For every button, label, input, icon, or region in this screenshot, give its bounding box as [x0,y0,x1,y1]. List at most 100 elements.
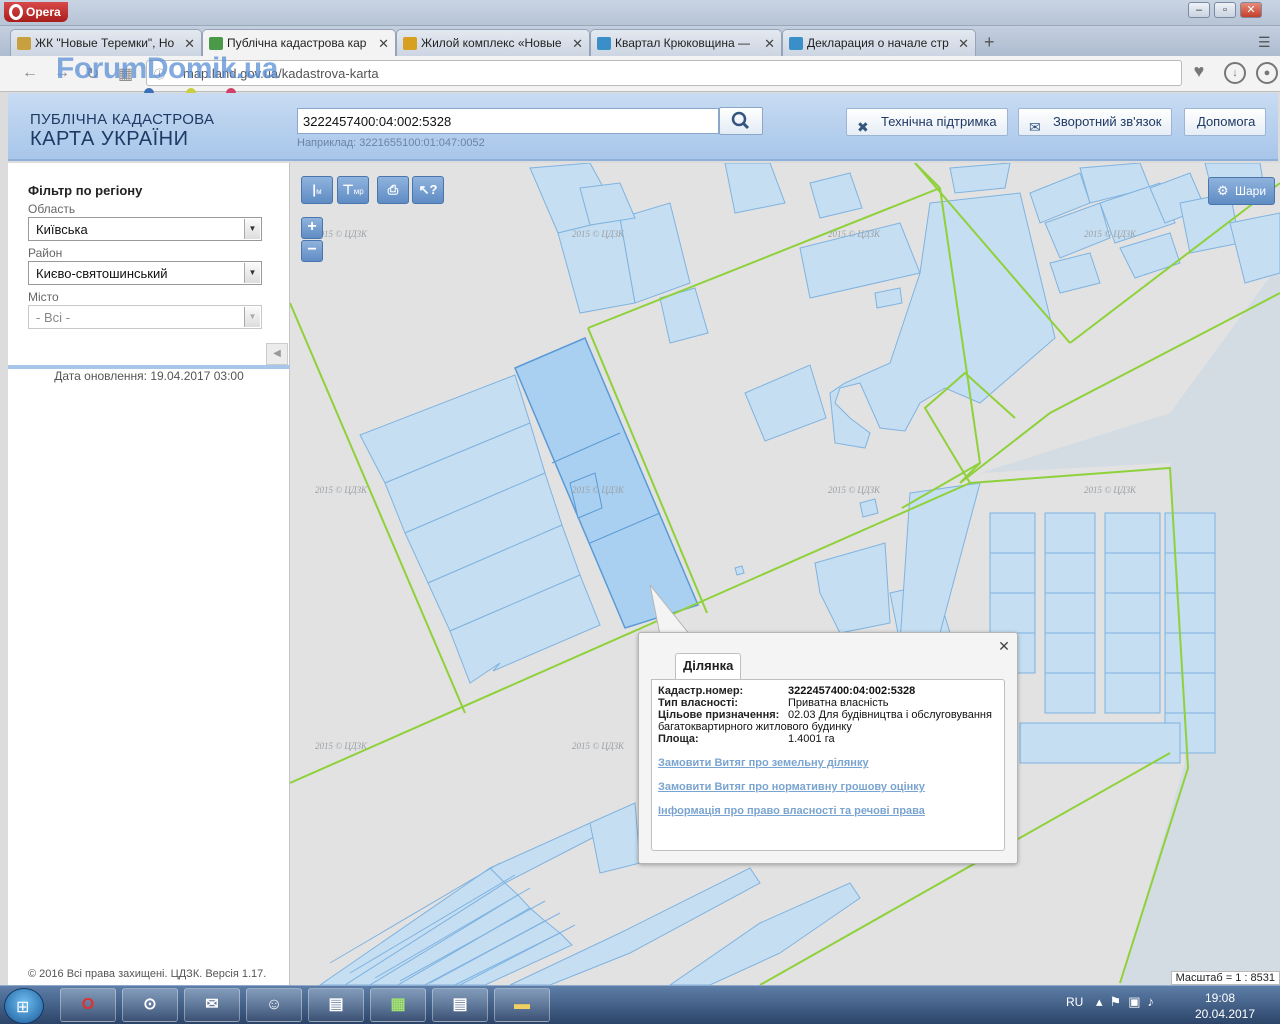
taskbar-opera[interactable]: O [60,988,116,1022]
cadastral-number-key: Кадастр.номер: [658,685,744,697]
map-watermark: 2015 © ЦДЗК [572,741,624,751]
url-input[interactable]: map.land.gov.ua/kadastrova-karta [146,60,1182,86]
writer-icon: ▤ [452,996,468,1013]
help-label: Допомога [1197,114,1256,129]
logo-line-2: КАРТА УКРАЇНИ [30,128,189,150]
logo-line-1: ПУБЛІЧНА КАДАСТРОВА [30,111,215,128]
cadastral-number-value: 3222457400:04:002:5328 [788,685,916,697]
maximize-button[interactable]: ▫ [1214,2,1236,18]
tab-zhiloy-kompleks[interactable]: Жилой комплекс «Новые ✕ [396,29,590,56]
layers-button[interactable]: ⚙ Шари [1208,177,1275,205]
print-button[interactable]: ⎙ [377,176,409,204]
mail-icon: ✉ [205,996,219,1013]
tab-label: Жилой комплекс «Новые [421,36,562,50]
printer-icon: ⎙ [387,182,399,197]
taskbar-explorer[interactable]: ▬ [494,988,550,1022]
dropdown-arrow-icon[interactable]: ▼ [244,307,260,327]
tab-label: Декларация о начале стр [807,36,949,50]
region-filter-sidebar: Фільтр по регіону Область Київська ▼ Рай… [8,163,290,985]
map-favicon-icon [209,37,223,50]
close-tab-icon[interactable]: ✕ [958,36,969,52]
clock-time[interactable]: 19:08 [1190,991,1250,1005]
taskbar-app-5[interactable]: ▤ [308,988,364,1022]
dropdown-arrow-icon[interactable]: ▼ [244,263,260,283]
gear-icon: ⚙ [1217,183,1229,198]
tray-icons[interactable]: ▴⚑▣♪ [1096,994,1161,1010]
forum-favicon-icon [17,37,31,50]
purpose-value: 02.03 Для будівництва і обслуговування [788,709,992,721]
opera-menu-button[interactable]: Opera [4,2,68,22]
back-arrow-icon[interactable]: ← [22,64,38,82]
tools-icon: ✖ [857,119,869,135]
download-icon[interactable]: ↓ [1224,62,1246,84]
map-watermark: 2015 © ЦДЗК [572,485,624,495]
tab-kvartal-kriukovshchyna[interactable]: Квартал Крюковщина — ✕ [590,29,782,56]
layers-label: Шари [1235,184,1267,198]
measure-distance-button[interactable]: |м [301,176,333,204]
map-watermark: 2015 © ЦДЗК [1084,485,1136,495]
search-icon [731,111,750,130]
taskbar-writer[interactable]: ▤ [432,988,488,1022]
folder-icon: ▬ [514,996,530,1013]
dropdown-arrow-icon[interactable]: ▼ [244,219,260,239]
map-watermark: 2015 © ЦДЗК [315,485,367,495]
bookmark-heart-icon[interactable]: ♥ [1188,62,1210,84]
rayon-select[interactable]: Києво-святошинський ▼ [28,261,262,285]
close-tab-icon[interactable]: ✕ [764,36,775,52]
map-watermark: 2015 © ЦДЗК [1084,229,1136,239]
parcel-tab[interactable]: Ділянка [675,653,742,679]
search-example-hint: Наприклад: 3221655100:01:047:0052 [297,137,485,149]
rayon-value: Києво-святошинський [36,266,168,281]
tab-menu-icon[interactable]: ☰ [1258,34,1271,51]
search-button[interactable] [719,107,763,135]
close-window-button[interactable]: ✕ [1240,2,1262,18]
flag-icon[interactable]: ⚑ [1110,994,1129,1009]
city-select[interactable]: - Всі - ▼ [28,305,262,329]
zoom-in-button[interactable]: + [301,217,323,239]
collapse-sidebar-button[interactable]: ◀ [266,343,288,365]
taskbar-app-2[interactable]: ⊙ [122,988,178,1022]
show-hidden-icons-icon[interactable]: ▴ [1096,994,1110,1009]
parcel-info-popup: ✕ Ділянка Кадастр.номер: 3222457400:04:0… [638,632,1018,864]
minimize-button[interactable]: – [1188,2,1210,18]
zoom-out-button[interactable]: − [301,240,323,262]
close-popup-icon[interactable]: ✕ [997,639,1011,653]
measure-unit: мр [353,187,364,196]
order-land-extract-link[interactable]: Замовити Витяг про земельну ділянку [658,757,869,769]
network-icon[interactable]: ▣ [1128,994,1147,1009]
ownership-type-value: Приватна власність [788,697,889,709]
windows-taskbar: ⊞ O ⊙ ✉ ☺ ▤ ▦ ▤ ▬ RU ▴⚑▣♪ 19:08 20.04.20… [0,985,1280,1024]
tab-deklaratsiya[interactable]: Декларация о начале стр ✕ [782,29,976,56]
oblast-select[interactable]: Київська ▼ [28,217,262,241]
help-button[interactable]: Допомога [1184,108,1267,136]
input-language[interactable]: RU [1066,995,1083,1009]
taskbar-app-3[interactable]: ✉ [184,988,240,1022]
ownership-rights-info-link[interactable]: Інформація про право власності та речові… [658,805,925,817]
purpose-key: Цільове призначення: [658,709,780,721]
taskbar-spreadsheet[interactable]: ▦ [370,988,426,1022]
order-valuation-extract-link[interactable]: Замовити Витяг про нормативну грошову оц… [658,781,925,793]
taskbar-app-4[interactable]: ☺ [246,988,302,1022]
start-button[interactable]: ⊞ [4,988,44,1024]
download-manager-icon: ⊙ [143,996,157,1013]
tech-support-button[interactable]: ✖ Технічна підтримка [846,108,1008,136]
popup-pointer [649,585,692,636]
tab-label: ЖК "Новые Теремки", Но [35,36,175,50]
clock-date[interactable]: 20.04.2017 [1190,1007,1260,1021]
measure-unit: м [316,187,322,196]
close-tab-icon[interactable]: ✕ [378,36,389,52]
volume-icon[interactable]: ♪ [1147,994,1161,1009]
opera-logo-icon [9,4,23,20]
cadastral-search-input[interactable] [297,108,719,134]
close-tab-icon[interactable]: ✕ [572,36,583,52]
account-icon[interactable]: ● [1256,62,1278,84]
feedback-button[interactable]: ✉ Зворотний зв'язок [1018,108,1173,136]
close-tab-icon[interactable]: ✕ [184,36,195,52]
measure-area-button[interactable]: ⊤мр [337,176,369,204]
new-tab-plus-icon[interactable]: + [984,32,995,53]
document-icon: ▤ [328,996,344,1013]
city-value: - Всі - [36,310,70,325]
map-watermark: 2015 © ЦДЗК [828,485,880,495]
users-icon: ☺ [265,996,283,1013]
identify-button[interactable]: ↖? [412,176,444,204]
